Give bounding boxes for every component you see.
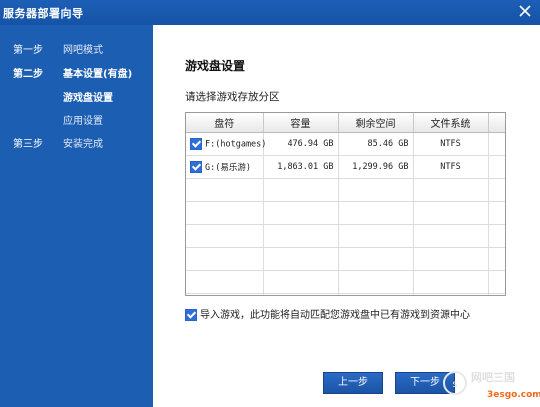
wizard-steps-sidebar: 第一步 网吧模式 第二步 基本设置(有盘) 游戏盘设置 应用设置 第三步 安装完…: [0, 25, 153, 407]
empty-row: [186, 201, 505, 225]
import-games-checkbox[interactable]: [185, 309, 197, 321]
step-3-number: 第三步: [13, 139, 43, 150]
svg-text:s: s: [452, 379, 457, 390]
free-space-cell: 1,299.96 GB: [338, 155, 414, 179]
column-header-drive[interactable]: 盘符: [186, 113, 264, 133]
empty-row: [186, 224, 505, 248]
free-space-cell: 85.46 GB: [338, 132, 414, 156]
step-2-number: 第二步: [13, 69, 43, 80]
substep-app-settings-label: 应用设置: [63, 116, 103, 127]
window-title: 服务器部署向导: [3, 7, 84, 20]
drive-cell: F:(hotgames): [205, 139, 267, 150]
empty-row: [186, 247, 505, 271]
empty-cell: [488, 132, 505, 156]
prev-button[interactable]: 上一步: [323, 372, 383, 394]
close-icon[interactable]: [516, 2, 534, 20]
watermark-logo-icon: s: [443, 371, 467, 395]
main-panel: 游戏盘设置 请选择游戏存放分区 盘符 容量 剩余空间 文件系统 F:(hotga…: [153, 25, 540, 407]
row-checkbox[interactable]: [190, 161, 202, 174]
step-1-number: 第一步: [13, 45, 43, 56]
column-header-empty: [488, 113, 505, 133]
watermark-text: 网吧三国: [471, 371, 515, 384]
watermark-url: 3esgo.com: [487, 390, 540, 400]
step-1-label: 网吧模式: [63, 45, 103, 56]
filesystem-cell: NTFS: [413, 132, 489, 156]
drive-cell: G:(易乐游): [205, 162, 251, 173]
watermark-logo: s 网吧三国 3esgo.com: [441, 367, 540, 407]
column-header-capacity[interactable]: 容量: [263, 113, 339, 133]
empty-row: [186, 293, 505, 295]
capacity-cell: 476.94 GB: [263, 132, 339, 156]
row-checkbox[interactable]: [190, 138, 202, 150]
table-row[interactable]: G:(易乐游) 1,863.01 GB 1,299.96 GB NTFS: [186, 155, 505, 179]
empty-row: [186, 178, 505, 202]
column-header-filesystem[interactable]: 文件系统: [413, 113, 489, 133]
filesystem-cell: NTFS: [413, 155, 489, 179]
table-row[interactable]: F:(hotgames) 476.94 GB 85.46 GB NTFS: [186, 132, 505, 156]
import-games-label: 导入游戏，此功能将自动匹配您游戏盘中已有游戏到资源中心: [200, 310, 470, 321]
import-games-option[interactable]: 导入游戏，此功能将自动匹配您游戏盘中已有游戏到资源中心: [185, 306, 470, 321]
capacity-cell: 1,863.01 GB: [263, 155, 339, 179]
partition-table: 盘符 容量 剩余空间 文件系统 F:(hotgames) 476.94 GB 8…: [185, 112, 506, 296]
step-2-label: 基本设置(有盘): [63, 69, 133, 80]
page-title: 游戏盘设置: [185, 59, 246, 73]
empty-cell: [488, 155, 505, 179]
step-3-label: 安装完成: [63, 139, 103, 150]
column-header-free-space[interactable]: 剩余空间: [338, 113, 414, 133]
empty-row: [186, 270, 505, 294]
title-bar: 服务器部署向导: [0, 0, 540, 25]
page-subtitle: 请选择游戏存放分区: [185, 91, 280, 103]
table-header-row: 盘符 容量 剩余空间 文件系统: [186, 113, 505, 133]
substep-game-disk-label: 游戏盘设置: [63, 93, 113, 104]
